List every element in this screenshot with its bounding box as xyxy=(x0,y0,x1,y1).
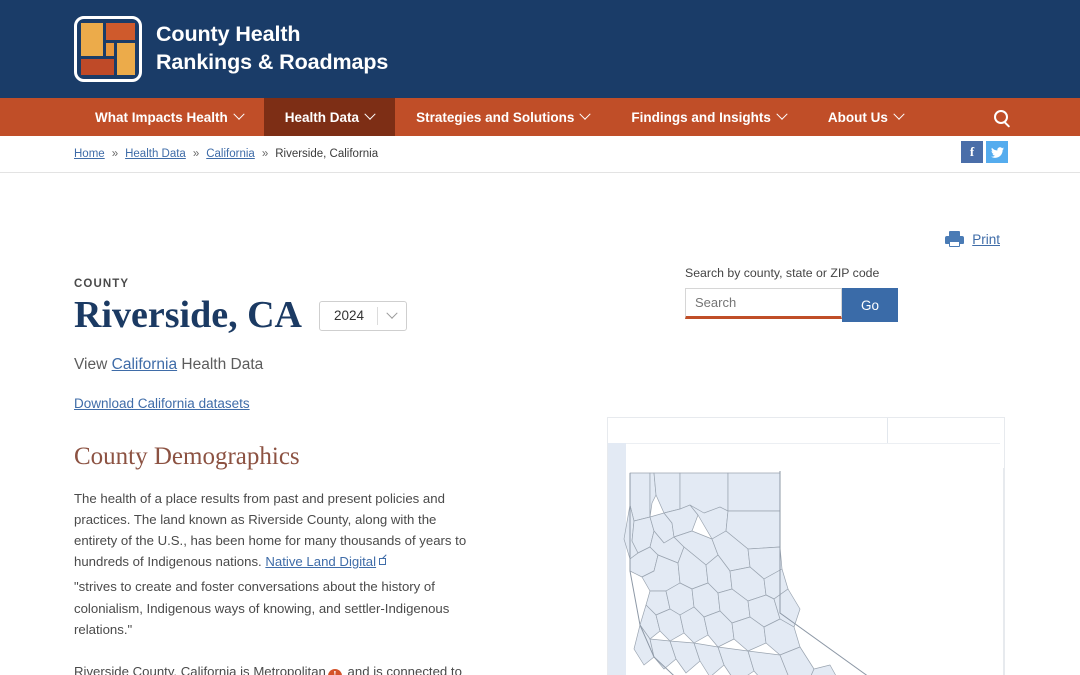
search-input[interactable] xyxy=(685,288,842,319)
nav-item-about-us[interactable]: About Us xyxy=(807,98,924,136)
view-suffix: Health Data xyxy=(177,355,264,373)
paragraph-3-text-a: Riverside County, California is Metropol… xyxy=(74,663,326,675)
nav-item-health-data[interactable]: Health Data xyxy=(263,98,396,136)
site-logo[interactable]: County Health Rankings & Roadmaps xyxy=(74,16,388,82)
search-label: Search by county, state or ZIP code xyxy=(685,266,880,280)
demographics-paragraph-1: The health of a place results from past … xyxy=(74,488,474,573)
social-share-group: f xyxy=(961,141,1008,163)
california-map-panel[interactable] xyxy=(607,417,1005,675)
view-state-link[interactable]: California xyxy=(112,356,177,373)
breadcrumb-item-home[interactable]: Home xyxy=(74,148,105,160)
map-tab-primary[interactable] xyxy=(608,418,889,443)
county-search-widget: Search by county, state or ZIP code Go xyxy=(685,266,905,322)
info-icon[interactable]: ! xyxy=(327,668,342,675)
print-button[interactable]: Print xyxy=(945,231,1000,247)
breadcrumb-separator: » xyxy=(111,148,119,160)
map-body xyxy=(608,443,1004,675)
search-go-button[interactable]: Go xyxy=(842,288,898,322)
twitter-bird-icon xyxy=(990,146,1004,158)
chevron-down-icon xyxy=(579,108,592,120)
nav-label: Strategies and Solutions xyxy=(416,109,575,125)
page-eyebrow: COUNTY xyxy=(74,278,130,290)
logo-text-line2: Rankings & Roadmaps xyxy=(156,50,389,74)
map-tab-secondary[interactable] xyxy=(888,418,1004,443)
breadcrumb: Home » Health Data » California » Rivers… xyxy=(0,136,1080,173)
nav-label: What Impacts Health xyxy=(95,109,228,125)
year-select[interactable]: 2024 xyxy=(318,300,408,331)
breadcrumb-item-health-data[interactable]: Health Data xyxy=(125,148,186,160)
external-link-icon xyxy=(379,558,387,566)
nav-item-strategies-and-solutions[interactable]: Strategies and Solutions xyxy=(395,98,610,136)
breadcrumb-item-current: Riverside, California xyxy=(275,148,379,160)
chevron-down-icon xyxy=(893,108,905,120)
section-title-county-demographics: County Demographics xyxy=(74,442,300,470)
facebook-share-icon[interactable]: f xyxy=(961,141,983,163)
breadcrumb-item-california[interactable]: California xyxy=(206,148,255,160)
view-state-data-line: View California Health Data xyxy=(74,356,474,374)
breadcrumb-separator: » xyxy=(261,148,269,160)
chevron-down-icon xyxy=(378,307,406,320)
chevron-down-icon xyxy=(364,108,376,120)
print-label: Print xyxy=(972,231,1000,247)
california-county-map[interactable] xyxy=(608,443,1005,675)
breadcrumb-separator: » xyxy=(192,148,200,160)
left-column: COUNTY Riverside, CA 2024 View Californi… xyxy=(74,173,474,675)
page-content: Print COUNTY Riverside, CA 2024 View Cal… xyxy=(0,173,1080,675)
logo-text: County Health Rankings & Roadmaps xyxy=(156,21,388,76)
search-icon xyxy=(994,110,1008,124)
native-land-digital-link[interactable]: Native Land Digital xyxy=(265,554,376,569)
title-row: Riverside, CA 2024 xyxy=(74,294,474,336)
nav-item-what-impacts-health[interactable]: What Impacts Health xyxy=(74,98,264,136)
download-datasets-link[interactable]: Download California datasets xyxy=(74,396,250,411)
site-header: County Health Rankings & Roadmaps xyxy=(0,0,1080,98)
logo-mark-icon xyxy=(74,16,142,82)
map-tab-row xyxy=(608,418,1004,443)
search-row: Go xyxy=(685,288,905,322)
printer-icon xyxy=(945,231,965,247)
logo-text-line1: County Health xyxy=(156,22,301,47)
nav-item-findings-and-insights[interactable]: Findings and Insights xyxy=(610,98,807,136)
demographics-paragraph-2: "strives to create and foster conversati… xyxy=(74,579,450,637)
nav-search-button[interactable] xyxy=(994,98,1008,136)
demographics-paragraph-3: Riverside County, California is Metropol… xyxy=(74,661,474,675)
chevron-down-icon xyxy=(776,108,788,120)
download-datasets-row: Download California datasets xyxy=(74,396,474,411)
main-navigation: What Impacts Health Health Data Strategi… xyxy=(0,98,1080,136)
view-prefix: View xyxy=(74,355,112,373)
year-select-value: 2024 xyxy=(333,308,365,324)
nav-label: Findings and Insights xyxy=(631,109,771,125)
chevron-down-icon xyxy=(233,108,245,120)
page-title: Riverside, CA xyxy=(74,294,302,336)
nav-label: About Us xyxy=(827,109,888,125)
map-right-rule xyxy=(1003,468,1004,675)
nav-label: Health Data xyxy=(284,109,360,125)
twitter-share-icon[interactable] xyxy=(986,141,1008,163)
